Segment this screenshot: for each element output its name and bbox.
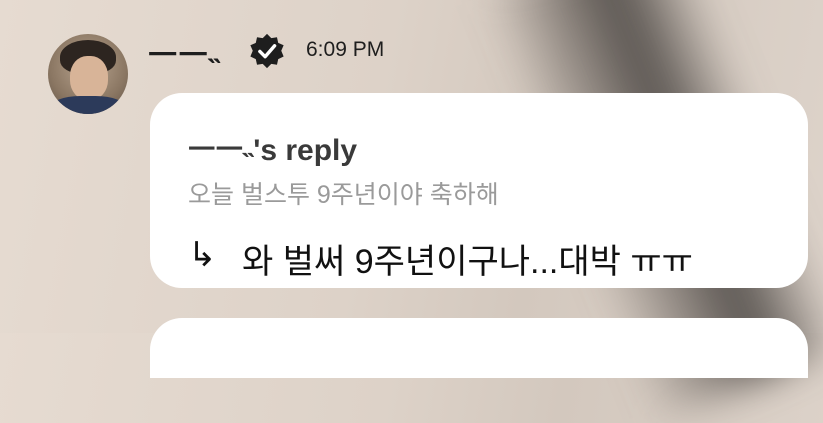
avatar-face — [70, 56, 108, 100]
username[interactable]: ㅡㅡ˵ — [148, 30, 221, 76]
reply-arrow-icon: ↳ — [188, 236, 217, 274]
avatar[interactable] — [48, 34, 128, 114]
quoted-message: 오늘 벌스투 9주년이야 축하해 — [188, 181, 499, 209]
message-time: 6:09 PM — [306, 38, 385, 61]
next-message-card[interactable] — [150, 318, 808, 378]
reply-message: 와 벌써 9주년이구나...대박 ㅠㅠ — [242, 243, 693, 281]
avatar-shirt — [50, 96, 126, 114]
verified-badge-icon — [250, 33, 284, 69]
reply-header: ㅡㅡ˵'s reply — [188, 134, 358, 167]
reply-card[interactable]: ㅡㅡ˵'s reply 오늘 벌스투 9주년이야 축하해 ↳ 와 벌써 9주년이… — [150, 93, 808, 288]
